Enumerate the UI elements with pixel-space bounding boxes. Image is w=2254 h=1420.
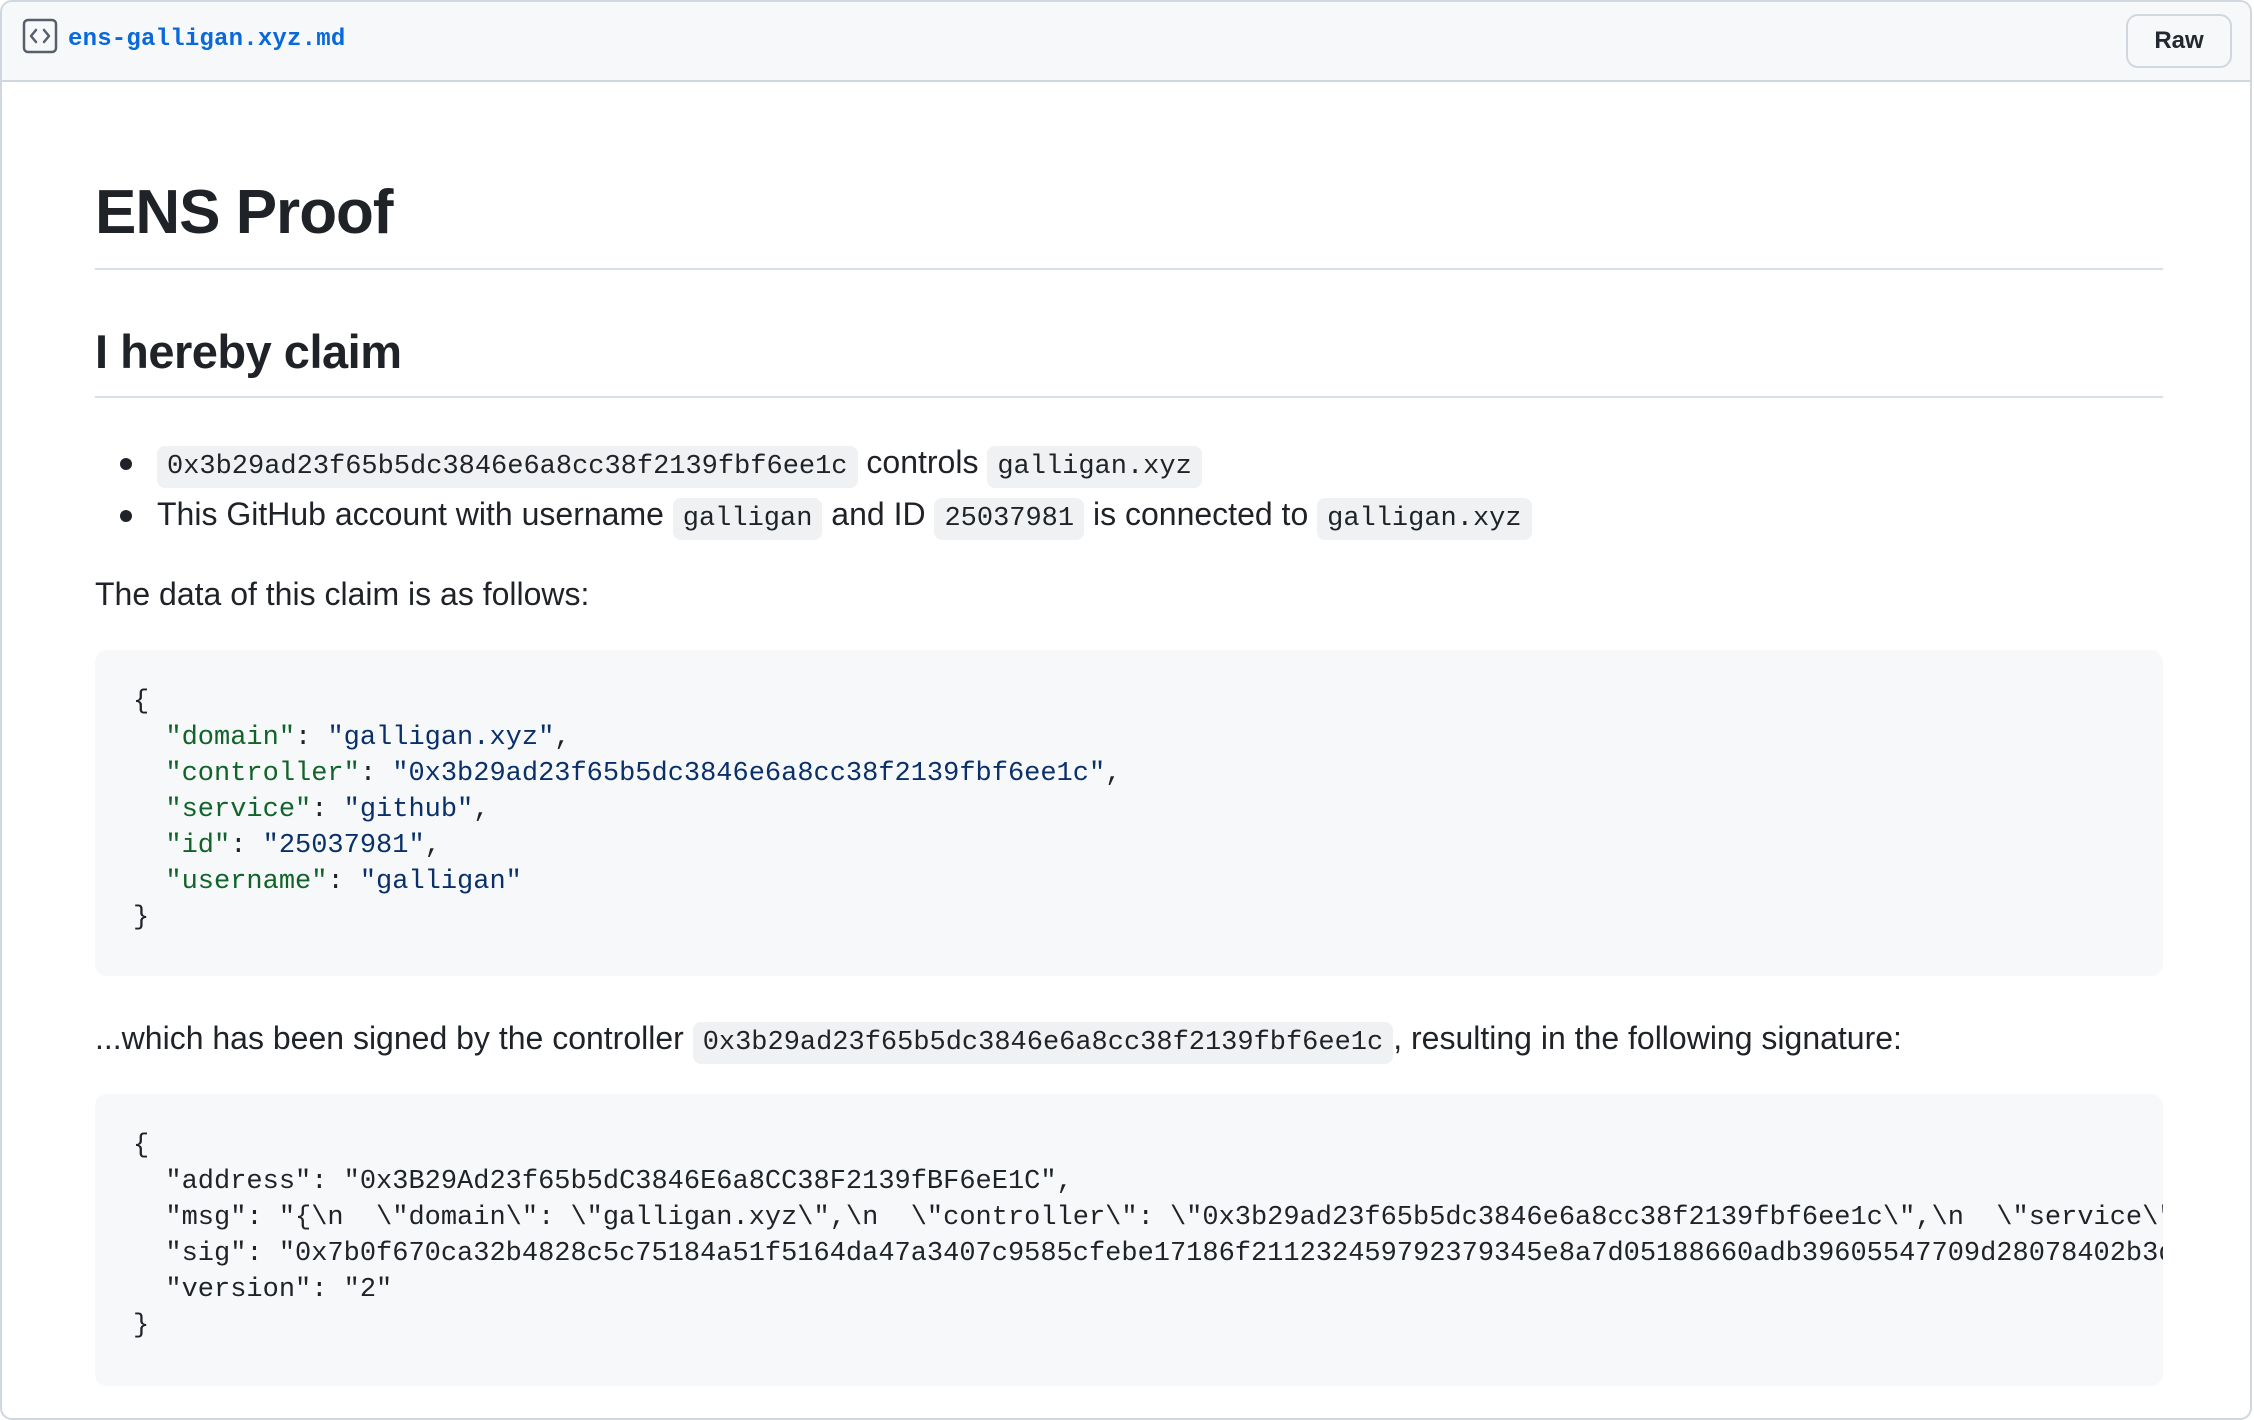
title-divider: [95, 268, 2163, 270]
controller-address-code: 0x3b29ad23f65b5dc3846e6a8cc38f2139fbf6ee…: [157, 446, 858, 488]
json-close-brace: }: [133, 1311, 149, 1341]
json-key: "service": [165, 795, 311, 825]
bullet-icon: [120, 458, 132, 470]
page-title: ENS Proof: [95, 182, 393, 244]
json-key: "domain": [165, 723, 295, 753]
json-open-brace: {: [133, 1131, 149, 1161]
json-row: "id": "25037981",: [133, 831, 441, 861]
bullet-icon: [120, 510, 132, 522]
claim-json-codeblock: { "domain": "galligan.xyz", "controller"…: [95, 650, 2163, 976]
json-row: "domain": "galligan.xyz",: [133, 723, 570, 753]
signed-text: ...which has been signed by the controll…: [95, 1016, 1902, 1065]
signed-address-code: 0x3b29ad23f65b5dc3846e6a8cc38f2139fbf6ee…: [693, 1022, 1394, 1064]
claim-text: and ID: [831, 496, 925, 532]
json-row: "address": "0x3B29Ad23f65b5dC3846E6a8CC3…: [133, 1167, 1073, 1197]
file-name-link[interactable]: ens-galligan.xyz.md: [68, 26, 345, 53]
json-value: "galligan.xyz": [327, 723, 554, 753]
claim-text: is connected to: [1093, 496, 1308, 532]
json-value: "galligan": [360, 867, 522, 897]
signed-text-prefix: ...which has been signed by the controll…: [95, 1020, 684, 1056]
claim-item-github: This GitHub account with username gallig…: [95, 488, 1532, 540]
json-row: "sig": "0x7b0f670ca32b4828c5c75184a51f51…: [133, 1239, 2163, 1269]
json-key: "controller": [165, 759, 359, 789]
json-value: "0x3b29ad23f65b5dc3846e6a8cc38f2139fbf6e…: [392, 759, 1105, 789]
json-close-brace: }: [133, 903, 149, 933]
file-header: ens-galligan.xyz.md Raw: [2, 2, 2250, 82]
json-open-brace: {: [133, 687, 149, 717]
claim-text: controls: [866, 444, 978, 480]
json-row: "username": "galligan": [133, 867, 522, 897]
claim-text: This GitHub account with username: [157, 496, 664, 532]
domain-code: galligan.xyz: [1317, 498, 1531, 540]
gist-file-container: ens-galligan.xyz.md Raw ENS Proof I here…: [0, 0, 2252, 1420]
id-code: 25037981: [934, 498, 1084, 540]
json-row: "controller": "0x3b29ad23f65b5dc3846e6a8…: [133, 759, 1121, 789]
json-value: "25037981": [263, 831, 425, 861]
code-file-icon: [22, 18, 58, 54]
username-code: galligan: [673, 498, 823, 540]
raw-button[interactable]: Raw: [2126, 14, 2232, 68]
section-heading: I hereby claim: [95, 328, 402, 375]
json-row: "service": "github",: [133, 795, 489, 825]
json-key: "username": [165, 867, 327, 897]
domain-code: galligan.xyz: [987, 446, 1201, 488]
signature-json-codeblock: { "address": "0x3B29Ad23f65b5dC3846E6a8C…: [95, 1094, 2163, 1386]
data-intro-text: The data of this claim is as follows:: [95, 572, 589, 616]
json-row: "msg": "{\n \"domain\": \"galligan.xyz\"…: [133, 1203, 2163, 1233]
json-key: "id": [165, 831, 230, 861]
claim-item-controller: 0x3b29ad23f65b5dc3846e6a8cc38f2139fbf6ee…: [95, 436, 1532, 488]
json-row: "version": "2": [133, 1275, 392, 1305]
json-value: "github": [344, 795, 474, 825]
section-divider: [95, 396, 2163, 398]
signed-text-suffix: , resulting in the following signature:: [1393, 1020, 1902, 1056]
claims-list: 0x3b29ad23f65b5dc3846e6a8cc38f2139fbf6ee…: [95, 436, 1532, 540]
